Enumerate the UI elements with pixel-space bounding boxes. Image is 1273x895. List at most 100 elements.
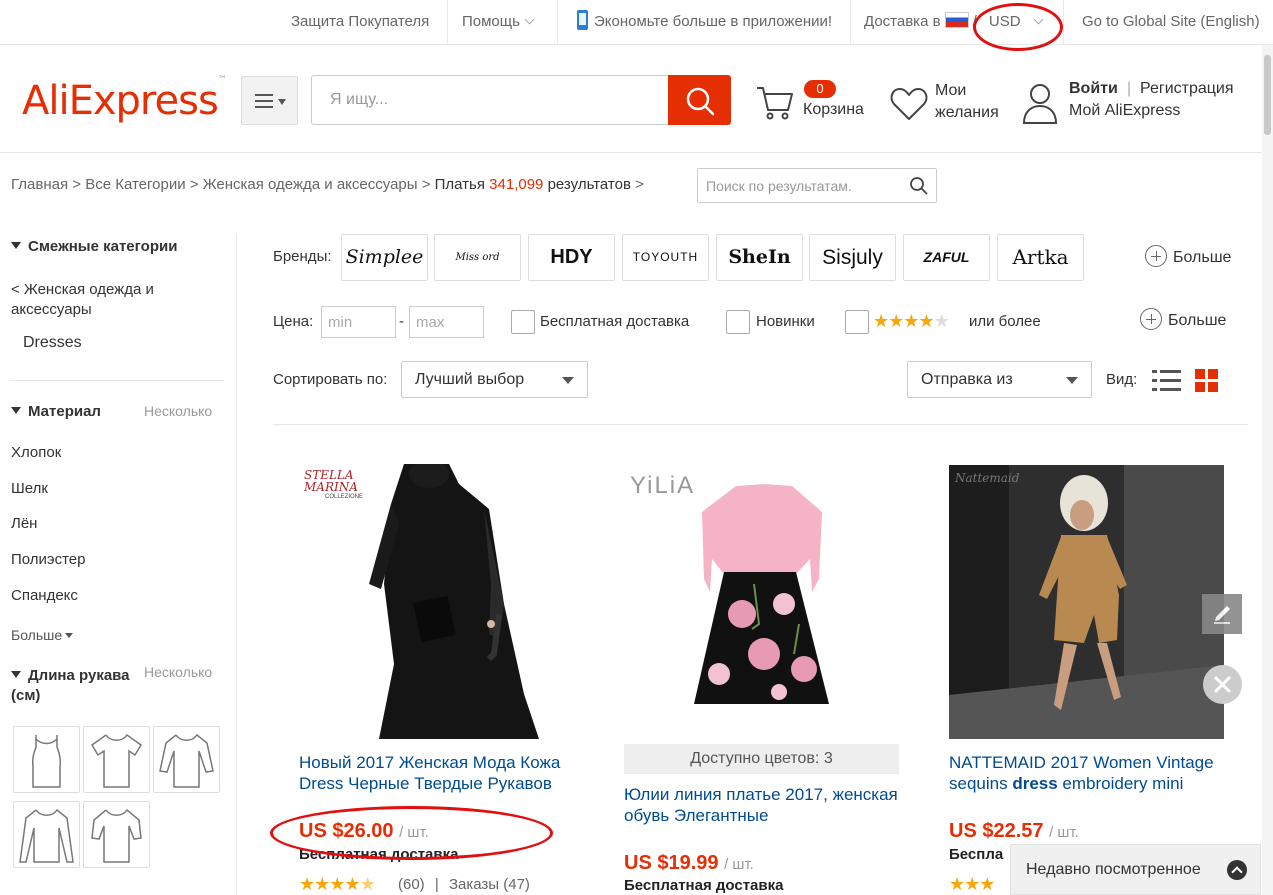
orders-count[interactable]: Заказы (47): [449, 876, 530, 893]
wishlist-line-2: желания: [935, 104, 999, 121]
feedback-button[interactable]: [1202, 594, 1242, 634]
product-title-part: embroidery mini: [1057, 774, 1184, 793]
slash: /: [972, 13, 977, 30]
buyer-protection-link[interactable]: Защита Покупателя: [291, 0, 429, 45]
brands-more-button[interactable]: Больше: [1145, 245, 1231, 269]
price-label: Цена:: [273, 313, 314, 330]
rating-checkbox[interactable]: [845, 310, 869, 334]
ship-from-value: Отправка из: [921, 371, 1013, 388]
star-icon: ★: [933, 311, 950, 331]
material-item-linen[interactable]: Лён: [11, 515, 37, 532]
plus-circle-icon: [1145, 245, 1167, 267]
sleeve-option-elbow[interactable]: [83, 801, 150, 868]
search-icon[interactable]: [909, 176, 929, 196]
current-category: Dresses: [23, 334, 82, 351]
filters-more-button[interactable]: Больше: [1140, 308, 1226, 332]
product-title[interactable]: Новый 2017 Женская Мода Кожа Dress Черны…: [299, 752, 579, 794]
sleeve-option-long[interactable]: [13, 801, 80, 868]
material-multi-select[interactable]: Несколько: [144, 403, 212, 419]
search-icon: [686, 87, 715, 116]
cart-link[interactable]: 0 Корзина: [755, 80, 870, 125]
parent-category-link[interactable]: < Женская одежда и аксессуары: [11, 280, 201, 320]
free-shipping-checkbox[interactable]: [511, 310, 535, 334]
sleeve-option-sleeveless[interactable]: [13, 726, 80, 793]
sort-select[interactable]: Лучший выбор: [401, 361, 588, 398]
my-aliexpress-link[interactable]: Мой AliExpress: [1069, 102, 1180, 120]
aliexpress-logo[interactable]: AliExpress™: [22, 75, 227, 124]
product-title-keyword: dress: [1012, 774, 1058, 793]
material-item-polyester[interactable]: Полиэстер: [11, 551, 85, 568]
breadcrumb-home[interactable]: Главная: [11, 176, 68, 193]
new-arrivals-label[interactable]: Новинки: [756, 313, 815, 330]
brand-miss-ord[interactable]: Miss ord: [434, 234, 521, 281]
product-image[interactable]: Nattemaid: [949, 465, 1224, 739]
star-icon: ★: [873, 311, 889, 331]
brand-artka[interactable]: Artka: [997, 234, 1084, 281]
material-more-button[interactable]: Больше: [11, 627, 74, 643]
brand-sisjuly[interactable]: Sisjuly: [809, 234, 896, 281]
brand-simplee[interactable]: Simplee: [341, 234, 428, 281]
caret-down-icon: [11, 671, 21, 678]
more-label: Больше: [11, 627, 63, 643]
new-arrivals-checkbox[interactable]: [726, 310, 750, 334]
search-input[interactable]: [311, 75, 670, 125]
product-image[interactable]: YiLiA: [624, 464, 899, 739]
product-image[interactable]: STELLA MARINA COLLEZIONE: [299, 464, 574, 739]
list-view-icon[interactable]: [1152, 370, 1181, 391]
wishlist-link[interactable]: Мои желания: [889, 80, 1009, 125]
breadcrumb-womens[interactable]: Женская одежда и аксессуары: [203, 176, 418, 193]
material-item-cotton[interactable]: Хлопок: [11, 444, 61, 461]
product-title[interactable]: Юлии линия платье 2017, женская обувь Эл…: [624, 784, 899, 826]
sleeve-multi-select[interactable]: Несколько: [144, 664, 212, 680]
global-site-link[interactable]: Go to Global Site (English): [1082, 0, 1260, 45]
close-icon[interactable]: [1203, 665, 1242, 704]
app-promo-link[interactable]: Экономьте больше в приложении!: [577, 0, 832, 45]
brand-toyouth[interactable]: TOYOUTH: [622, 234, 709, 281]
brand-zaful[interactable]: ZAFUL: [903, 234, 990, 281]
scrollbar-thumb[interactable]: [1264, 55, 1271, 135]
price-min-input[interactable]: [321, 306, 396, 338]
recently-viewed-bar[interactable]: Недавно посмотренное: [1010, 844, 1261, 895]
sleeve-length-heading[interactable]: Длина рукава (см): [11, 666, 136, 706]
product-title[interactable]: NATTEMAID 2017 Women Vintage sequins dre…: [949, 752, 1234, 794]
product-brand-mark: Nattemaid: [955, 471, 1020, 485]
help-menu[interactable]: Помощь: [462, 0, 535, 45]
login-link[interactable]: Войти: [1069, 80, 1118, 98]
page-scrollbar[interactable]: [1262, 45, 1273, 895]
search-button[interactable]: [668, 75, 731, 125]
sleeve-option-three-quarter[interactable]: [153, 726, 220, 793]
product-rating-stars[interactable]: ★★★★★: [299, 874, 376, 895]
ship-from-select[interactable]: Отправка из: [907, 361, 1092, 398]
register-link[interactable]: Регистрация: [1140, 80, 1234, 98]
breadcrumb-separator: >: [189, 176, 199, 193]
breadcrumb-all-categories[interactable]: Все Категории: [85, 176, 185, 193]
rating-stars[interactable]: ★★★★★: [873, 311, 950, 332]
material-item-spandex[interactable]: Спандекс: [11, 587, 78, 604]
material-heading[interactable]: Материал: [11, 403, 101, 420]
material-item-silk[interactable]: Шелк: [11, 480, 48, 497]
ship-to-currency-menu[interactable]: Доставка в / USD: [864, 0, 1044, 45]
sleeve-option-short[interactable]: [83, 726, 150, 793]
categories-menu-button[interactable]: [241, 76, 298, 125]
star-icon: ★: [344, 874, 360, 894]
shopping-cart-icon: [757, 87, 793, 120]
breadcrumb-separator: >: [635, 176, 644, 193]
breadcrumb-current: Платья: [434, 176, 485, 193]
grid-view-icon[interactable]: [1195, 369, 1218, 392]
brand-shein[interactable]: SheIn: [716, 234, 803, 281]
divider: [557, 0, 558, 45]
logo-text: AliExpress: [22, 78, 219, 124]
caret-down-icon: [278, 99, 286, 105]
brand-hdy[interactable]: HDY: [528, 234, 615, 281]
price-unit: / шт.: [724, 856, 754, 873]
divider: [10, 380, 224, 381]
top-bar: Защита Покупателя Помощь Экономьте больш…: [0, 0, 1273, 45]
review-count[interactable]: (60): [398, 876, 425, 893]
product-rating-stars[interactable]: ★★★: [949, 874, 995, 895]
product-brand-mark: YiLiA: [630, 472, 696, 499]
search-within-results-input[interactable]: [698, 169, 898, 202]
price-unit: / шт.: [1049, 824, 1079, 841]
free-shipping-label[interactable]: Бесплатная доставка: [540, 313, 689, 330]
related-categories-heading[interactable]: Смежные категории: [11, 238, 177, 255]
price-max-input[interactable]: [409, 306, 484, 338]
